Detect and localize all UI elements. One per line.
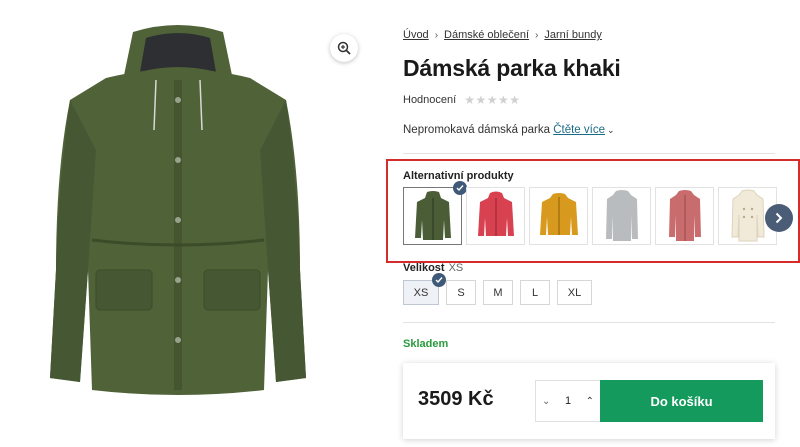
size-option-xl[interactable]: XL <box>557 280 592 305</box>
alternative-product-pink-coat[interactable] <box>655 187 714 245</box>
increase-quantity-button[interactable]: ⌃ <box>586 396 594 407</box>
size-option-xs[interactable]: XS <box>403 273 446 305</box>
alternative-product-red-jacket[interactable] <box>466 187 525 245</box>
zoom-button[interactable] <box>330 34 358 62</box>
product-thumbnail <box>605 190 638 241</box>
alternative-product-grey-coat[interactable] <box>592 187 651 245</box>
alternative-products-list <box>403 181 777 245</box>
size-option-label: XS <box>413 286 429 299</box>
product-description: Nepromokavá dámská parka Čtěte více ⌄ <box>403 124 615 136</box>
description-text: Nepromokavá dámská parka <box>403 124 551 136</box>
breadcrumb-link-womens[interactable]: Dámské oblečení <box>444 29 529 41</box>
size-label: Velikost XS <box>403 262 463 274</box>
breadcrumb-link-home[interactable]: Úvod <box>403 29 429 41</box>
zoom-in-icon <box>337 41 351 55</box>
size-selected-value: XS <box>448 262 464 274</box>
stock-status: Skladem <box>403 338 449 350</box>
alternative-products: Alternativní produkty <box>386 159 800 263</box>
product-thumbnail <box>414 191 451 240</box>
breadcrumb-link-spring-jackets[interactable]: Jarní bundy <box>544 29 601 41</box>
quantity-value[interactable]: 1 <box>565 395 571 407</box>
rating: Hodnocení ★★★★★ <box>403 93 521 107</box>
product-image[interactable] <box>28 20 328 400</box>
product-price: 3509 Kč <box>418 388 494 410</box>
breadcrumb: Úvod › Dámské oblečení › Jarní bundy <box>403 29 602 41</box>
product-gallery <box>0 0 375 447</box>
star-rating-icon[interactable]: ★★★★★ <box>464 93 520 107</box>
product-info: Úvod › Dámské oblečení › Jarní bundy Dám… <box>386 0 800 447</box>
chevron-down-icon[interactable]: ⌄ <box>607 125 615 135</box>
check-icon <box>453 181 467 195</box>
product-thumbnail <box>668 190 701 241</box>
check-icon <box>432 273 446 287</box>
alternative-product-khaki-parka[interactable] <box>403 181 467 245</box>
divider <box>403 153 775 154</box>
size-option-m[interactable]: M <box>483 280 513 305</box>
size-selector: XS S M L XL <box>403 273 592 305</box>
size-option-l[interactable]: L <box>520 280 550 305</box>
divider <box>403 322 775 323</box>
alternative-product-mustard-jacket[interactable] <box>529 187 588 245</box>
add-to-cart-button[interactable]: Do košíku <box>600 380 763 422</box>
rating-label: Hodnocení <box>403 94 457 106</box>
quantity-stepper[interactable]: ⌄ 1 ⌃ <box>535 380 601 422</box>
carousel-next-button[interactable] <box>765 204 793 232</box>
size-option-s[interactable]: S <box>446 280 476 305</box>
product-thumbnail <box>539 193 578 235</box>
chevron-right-icon: › <box>434 29 439 41</box>
product-title: Dámská parka khaki <box>403 55 621 81</box>
product-thumbnail <box>477 191 514 236</box>
buy-box: 3509 Kč ⌄ 1 ⌃ Do košíku <box>403 363 775 439</box>
read-more-link[interactable]: Čtěte více <box>553 124 605 136</box>
product-thumbnail <box>730 189 765 242</box>
decrease-quantity-button[interactable]: ⌄ <box>542 396 550 407</box>
chevron-right-icon: › <box>535 29 539 41</box>
chevron-right-icon <box>775 212 783 224</box>
